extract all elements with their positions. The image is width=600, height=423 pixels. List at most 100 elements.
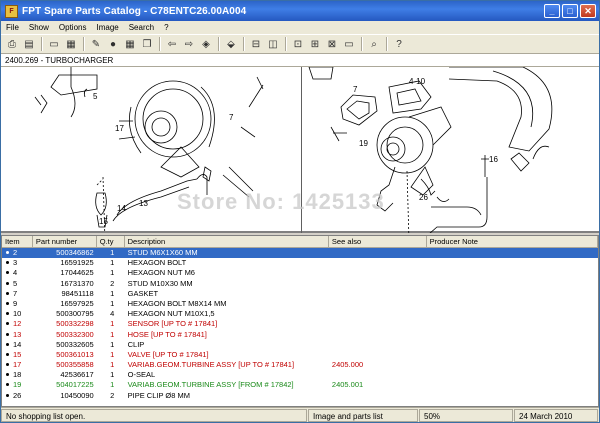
column-header-part-number[interactable]: Part number xyxy=(33,236,97,247)
copy-icon[interactable]: ❐ xyxy=(139,36,155,52)
zoom-region-icon[interactable]: ⊠ xyxy=(324,36,340,52)
callout-label[interactable]: 19 xyxy=(359,139,368,148)
producer-note-cell xyxy=(427,268,598,278)
callout-label[interactable]: 17 xyxy=(115,124,124,133)
quantity-cell: 1 xyxy=(110,319,115,329)
see-also-cell xyxy=(329,350,427,360)
table-row[interactable]: 5 16731370 2 STUD M10X30 MM xyxy=(2,279,598,289)
forward-arrow-icon[interactable]: ⇨ xyxy=(181,36,197,52)
column-header-description[interactable]: Description xyxy=(125,236,329,247)
table-row[interactable]: 4 17044625 1 HEXAGON NUT M6 xyxy=(2,268,598,278)
split-horizontal-icon[interactable]: ⊟ xyxy=(248,36,264,52)
callout-label[interactable]: 26 xyxy=(419,193,428,202)
table-row[interactable]: 19 504017225 1 VARIAB.GEOM.TURBINE ASSY [FR… xyxy=(2,380,598,390)
table-row[interactable]: 26 10450090 2 PIPE CLIP Ø8 MM xyxy=(2,391,598,401)
table-row[interactable]: 18 42536617 1 O-SEAL xyxy=(2,370,598,380)
search-icon[interactable]: ⌕ xyxy=(366,36,382,52)
table-row[interactable]: 14 500332605 1 CLIP xyxy=(2,340,598,350)
zoom-window-icon[interactable]: ⊞ xyxy=(307,36,323,52)
callout-label[interactable]: 4-10 xyxy=(409,77,425,86)
tag-icon[interactable]: ⬙ xyxy=(223,36,239,52)
table-row[interactable]: 12 500332298 1 SENSOR [UP TO # 17841] xyxy=(2,319,598,329)
quantity-cell: 1 xyxy=(110,298,115,308)
column-header-see-also[interactable]: See also xyxy=(329,236,427,247)
page-icon[interactable]: ▭ xyxy=(46,36,62,52)
producer-note-cell xyxy=(427,279,598,289)
menu-help[interactable]: ? xyxy=(159,23,173,32)
toolbar: ⎙ ▤ ▭ ▦ ✎ ● ▦ ❐ ⇦ ⇨ ◈ ⬙ ⊟ ◫ ⊡ ⊞ ⊠ ▭ ⌕ ? xyxy=(1,34,599,54)
title-bar[interactable]: F FPT Spare Parts Catalog - C78ENTC26.00… xyxy=(1,1,599,21)
callout-label[interactable]: 16 xyxy=(489,155,498,164)
menu-options[interactable]: Options xyxy=(54,23,92,32)
quantity-cell: 4 xyxy=(110,309,115,319)
quantity-cell: 1 xyxy=(110,258,115,268)
see-also-cell xyxy=(329,268,427,278)
menu-show[interactable]: Show xyxy=(24,23,54,32)
bullet-icon xyxy=(6,332,9,336)
callout-label[interactable]: 5 xyxy=(93,92,97,101)
zoom-fit-icon[interactable]: ⊡ xyxy=(290,36,306,52)
column-header-item[interactable]: Item xyxy=(2,236,33,247)
toolbar-separator xyxy=(361,37,363,51)
bullet-icon xyxy=(6,261,9,265)
bullet-icon xyxy=(6,281,9,285)
help-icon[interactable]: ? xyxy=(391,36,407,52)
document-icon[interactable]: ▤ xyxy=(21,36,37,52)
menu-bar: File Show Options Image Search ? xyxy=(1,21,599,34)
menu-file[interactable]: File xyxy=(1,23,24,32)
description-cell: STUD M10X30 MM xyxy=(127,278,193,288)
item-cell: 2 xyxy=(2,248,33,258)
table-row[interactable]: 9 16597925 1 HEXAGON BOLT M8X14 MM xyxy=(2,299,598,309)
parts-drawing[interactable]: 5 17 7 14 13 15 4-10 7 19 26 16 Store No… xyxy=(1,67,599,233)
callout-label[interactable]: 7 xyxy=(229,113,233,122)
table-row[interactable]: 3 16591925 1 HEXAGON BOLT xyxy=(2,258,598,268)
table-row[interactable]: 15 500361013 1 VALVE [UP TO # 17841] xyxy=(2,350,598,360)
window-title: FPT Spare Parts Catalog - C78ENTC26.00A0… xyxy=(22,5,247,17)
quantity-cell: 1 xyxy=(110,329,115,339)
close-button[interactable]: ✕ xyxy=(580,4,596,18)
part-number-cell: 500346862 xyxy=(56,248,94,257)
grid-icon[interactable]: ▦ xyxy=(122,36,138,52)
part-number-cell: 500300795 xyxy=(56,309,94,319)
table-row[interactable]: 13 500332300 1 HOSE [UP TO # 17841] xyxy=(2,330,598,340)
bullet-icon xyxy=(6,342,9,346)
part-number-cell: 16731370 xyxy=(60,278,94,288)
parts-table: Item Part number Q.ty Description See al… xyxy=(1,235,599,407)
callout-label[interactable]: 14 xyxy=(117,204,126,213)
callout-label[interactable]: 7 xyxy=(353,85,357,94)
producer-note-cell xyxy=(427,350,598,360)
see-also-cell: 2405.001 xyxy=(331,380,364,390)
table-row[interactable]: 17 500355858 1 VARIAB.GEOM.TURBINE ASSY [UP… xyxy=(2,360,598,370)
monitor-icon[interactable]: ▭ xyxy=(341,36,357,52)
part-number-cell: 17044625 xyxy=(60,268,94,278)
shopping-list-status: No shopping list open. xyxy=(1,408,307,422)
column-header-quantity[interactable]: Q.ty xyxy=(97,236,125,247)
split-vertical-icon[interactable]: ◫ xyxy=(265,36,281,52)
producer-note-cell xyxy=(427,340,598,350)
page-list-icon[interactable]: ▦ xyxy=(63,36,79,52)
table-row[interactable]: 7 98451118 1 GASKET xyxy=(2,289,598,299)
callout-label[interactable]: 15 xyxy=(99,217,108,226)
table-row[interactable]: 10 500300795 4 HEXAGON NUT M10X1,5 xyxy=(2,309,598,319)
back-arrow-icon[interactable]: ⇦ xyxy=(164,36,180,52)
cube-icon[interactable]: ◈ xyxy=(198,36,214,52)
item-number: 7 xyxy=(13,288,18,298)
notes-icon[interactable]: ✎ xyxy=(88,36,104,52)
column-header-producer-note[interactable]: Producer Note xyxy=(427,236,598,247)
toolbar-separator xyxy=(243,37,245,51)
bullet-icon xyxy=(6,251,9,255)
minimize-button[interactable]: _ xyxy=(544,4,560,18)
description-cell: VARIAB.GEOM.TURBINE ASSY [UP TO # 17841] xyxy=(127,360,295,370)
sphere-icon[interactable]: ● xyxy=(105,36,121,52)
table-row[interactable]: 2 500346862 1 STUD M6X1X60 MM xyxy=(2,248,598,259)
item-number: 17 xyxy=(13,360,22,370)
zoom-level: 50% xyxy=(419,408,513,422)
menu-search[interactable]: Search xyxy=(124,23,159,32)
bullet-icon xyxy=(6,352,9,356)
maximize-button[interactable]: □ xyxy=(562,4,578,18)
description-cell: GASKET xyxy=(127,288,159,298)
menu-image[interactable]: Image xyxy=(91,23,123,32)
callout-label[interactable]: 13 xyxy=(139,199,148,208)
item-number: 18 xyxy=(13,370,22,380)
print-icon[interactable]: ⎙ xyxy=(4,36,20,52)
